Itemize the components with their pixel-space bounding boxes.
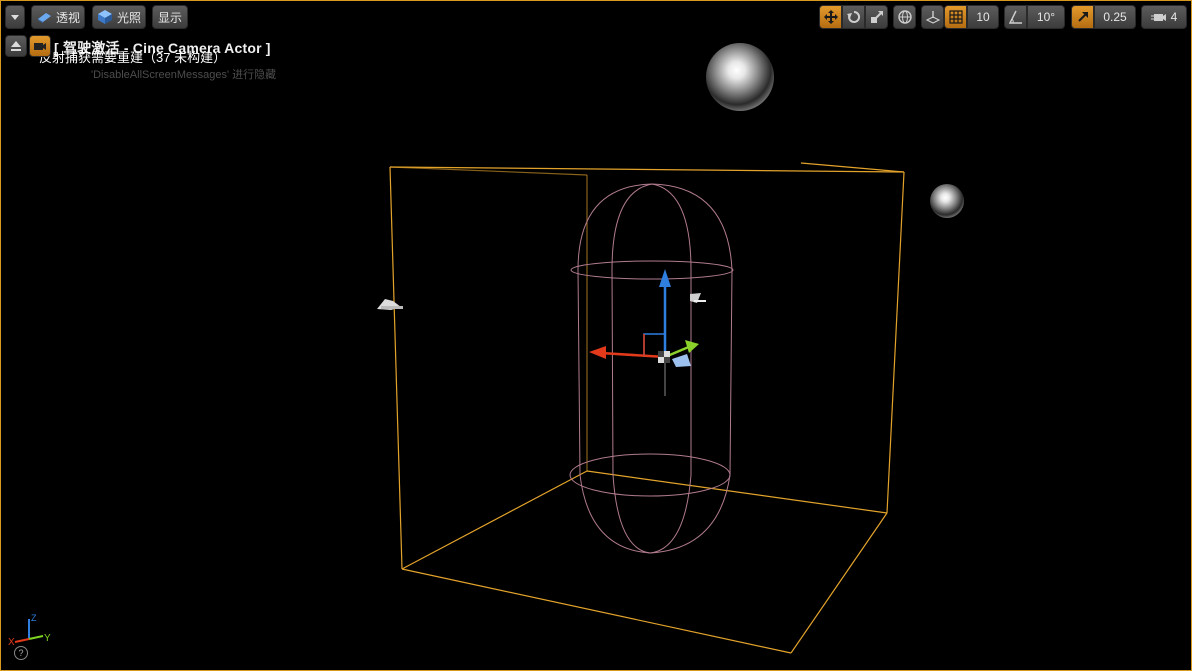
camera-speed-icon xyxy=(1150,11,1167,23)
axis-y-label: Y xyxy=(44,633,51,644)
chevron-down-icon xyxy=(10,13,20,21)
camera-lock-icon xyxy=(33,40,47,52)
move-arrows-icon xyxy=(823,10,838,24)
rotate-icon xyxy=(846,10,861,24)
transform-gizmo xyxy=(589,269,699,396)
surface-snapping-button[interactable] xyxy=(921,5,944,29)
lighting-mode-button[interactable]: 光照 xyxy=(92,5,146,29)
rotation-snap-value[interactable]: 10° xyxy=(1027,5,1065,29)
eject-pilot-button[interactable] xyxy=(5,35,27,57)
level-viewport[interactable]: [ 驾驶激活 - Cine Camera Actor ] 反射捕获需要重建（37… xyxy=(0,0,1192,671)
show-label: 显示 xyxy=(157,10,182,25)
scale-mode-button[interactable] xyxy=(865,5,888,29)
rotate-mode-button[interactable] xyxy=(842,5,865,29)
viewport-options-button[interactable] xyxy=(5,5,25,29)
grid-snap-value[interactable]: 10 xyxy=(967,5,999,29)
lighting-label: 光照 xyxy=(116,10,141,25)
point-light-icon xyxy=(377,299,403,310)
eject-icon xyxy=(10,40,22,52)
rebuild-message: 反射捕获需要重建（37 未构建） xyxy=(39,50,227,65)
axis-x-label: X xyxy=(8,637,15,648)
globe-icon xyxy=(897,10,912,24)
scale-snap-toggle[interactable] xyxy=(1071,5,1094,29)
help-icon[interactable]: ? xyxy=(14,646,28,660)
surface-snap-icon xyxy=(925,10,940,24)
lock-camera-button[interactable] xyxy=(29,35,51,57)
grid-snap-toggle[interactable] xyxy=(944,5,967,29)
translate-mode-button[interactable] xyxy=(819,5,842,29)
scene-canvas[interactable] xyxy=(1,1,1191,670)
camera-speed-button[interactable]: 4 xyxy=(1141,5,1187,29)
camera-speed-label: 4 xyxy=(1170,10,1178,24)
scale-snap-value[interactable]: 0.25 xyxy=(1094,5,1136,29)
axis-z-label: Z xyxy=(31,613,37,623)
angle-icon xyxy=(1008,10,1023,24)
capsule-collider xyxy=(569,183,734,554)
scale-snap-value-label: 0.25 xyxy=(1103,10,1127,24)
grid-icon xyxy=(948,10,963,24)
perspective-cube-icon xyxy=(36,10,52,24)
reflection-sphere-small[interactable] xyxy=(930,184,964,218)
perspective-label: 透视 xyxy=(55,10,80,25)
grid-snap-value-label: 10 xyxy=(976,10,990,24)
reflection-sphere-large[interactable] xyxy=(706,43,774,111)
scale-icon xyxy=(870,10,884,24)
world-local-toggle[interactable] xyxy=(893,5,916,29)
lit-cube-icon xyxy=(97,9,113,25)
selection-bounds-box xyxy=(389,162,905,654)
camera-icon xyxy=(690,293,706,303)
rotation-snap-toggle[interactable] xyxy=(1004,5,1027,29)
rotation-snap-value-label: 10° xyxy=(1036,10,1056,24)
show-flags-button[interactable]: 显示 xyxy=(152,5,188,29)
scale-snap-icon xyxy=(1076,10,1090,24)
perspective-button[interactable]: 透视 xyxy=(31,5,85,29)
hide-messages-hint: 'DisableAllScreenMessages' 进行隐藏 xyxy=(91,69,277,81)
